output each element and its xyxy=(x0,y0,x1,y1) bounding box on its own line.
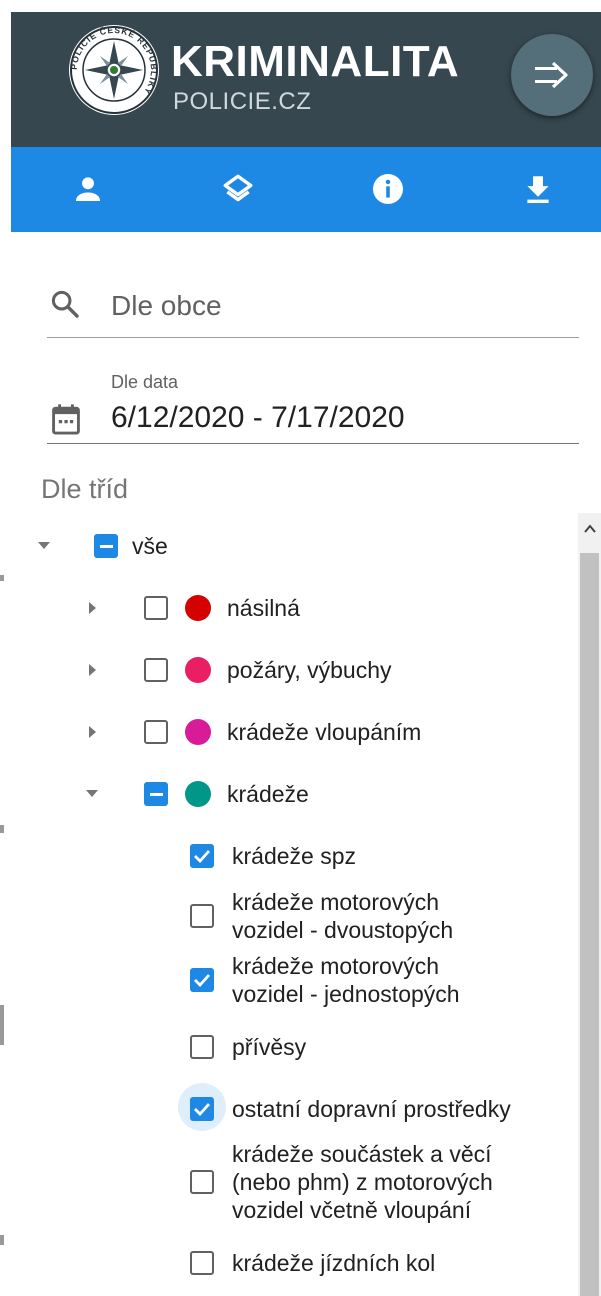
map-edge-mark xyxy=(0,1235,4,1245)
checkbox-subcategory[interactable] xyxy=(190,968,214,992)
checkbox-subcategory[interactable] xyxy=(190,1170,214,1194)
tree-node-category: krádeže vloupáním xyxy=(82,718,421,746)
checkbox-category[interactable] xyxy=(144,658,168,682)
expand-caret-icon[interactable] xyxy=(82,722,102,742)
map-edge xyxy=(0,0,11,1296)
checkbox-subcategory[interactable] xyxy=(190,1097,214,1121)
tree-label-subcategory-line: krádeže motorových xyxy=(232,953,440,979)
checkmark-icon xyxy=(194,850,211,863)
tree-label-category: požáry, výbuchy xyxy=(227,657,392,683)
tree-label-subcategory-line: (nebo phm) z motorových xyxy=(232,1169,493,1195)
collapse-caret-icon[interactable] xyxy=(82,784,102,804)
tree-label-subcategory-line: vozidel včetně vloupání xyxy=(232,1197,472,1223)
search-icon xyxy=(51,290,79,318)
search-input[interactable] xyxy=(109,285,573,327)
tree-label-subcategory: krádeže spz xyxy=(232,843,357,869)
tree-label-subcategory: ostatní dopravní prostředky xyxy=(232,1096,511,1122)
tree-label-subcategory-line: vozidel - dvoustopých xyxy=(232,917,454,943)
expand-caret-icon[interactable] xyxy=(82,660,102,680)
police-badge-logo: POLICIE ČESKÉ REPUBLIKY xyxy=(69,25,159,115)
checkbox-subcategory[interactable] xyxy=(190,1035,214,1059)
category-color-dot xyxy=(185,595,211,621)
map-edge-mark xyxy=(0,575,4,581)
tree-label-category: krádeže xyxy=(227,781,309,807)
checkmark-icon xyxy=(194,1103,211,1116)
tree-label-all: vše xyxy=(132,533,168,559)
tree-scrollbar[interactable] xyxy=(578,513,601,1296)
indeterminate-mark-icon xyxy=(149,792,163,796)
tree-node-category: požáry, výbuchy xyxy=(82,656,391,684)
checkmark-icon xyxy=(194,974,211,987)
collapse-panel-button[interactable] xyxy=(511,34,593,116)
download-tab-button[interactable] xyxy=(513,164,563,214)
map-edge-mark xyxy=(0,825,4,833)
date-range-value: 6/12/2020 - 7/17/2020 xyxy=(111,401,405,434)
map-edge-mark xyxy=(0,1005,4,1045)
tree-node-all: vše xyxy=(34,532,168,560)
tree-node-subcategory: přívěsy xyxy=(190,1033,306,1061)
layers-icon xyxy=(223,174,253,202)
date-label: Dle data xyxy=(111,372,179,392)
tree-node-category: násilná xyxy=(82,594,300,622)
checkbox-subcategory[interactable] xyxy=(190,904,214,928)
user-tab-button[interactable] xyxy=(63,164,113,214)
tree-node-subcategory: krádeže spz xyxy=(190,842,356,870)
checkbox-category[interactable] xyxy=(144,720,168,744)
tree-label-subcategory-line: vozidel - jednostopých xyxy=(232,981,460,1007)
category-color-dot xyxy=(185,781,211,807)
checkbox-all[interactable] xyxy=(94,534,118,558)
layers-tab-button[interactable] xyxy=(213,164,263,214)
person-icon xyxy=(75,177,101,202)
tree-label-subcategory: přívěsy xyxy=(232,1034,307,1060)
info-tab-button[interactable] xyxy=(363,164,413,214)
tree-label-category: krádeže vloupáním xyxy=(227,719,422,745)
tree-node-subcategory: krádeže jízdních kol xyxy=(190,1249,435,1277)
checkbox-subcategory[interactable] xyxy=(190,844,214,868)
checkbox-subcategory[interactable] xyxy=(190,1251,214,1275)
collapse-caret-icon[interactable] xyxy=(34,536,54,556)
tree-label-subcategory-line: krádeže motorových xyxy=(232,889,440,915)
tree-label-subcategory: krádeže jízdních kol xyxy=(232,1250,436,1276)
classes-section-title: Dle tříd xyxy=(41,474,129,504)
tree-label-category: násilná xyxy=(227,595,300,621)
brand-subtitle: POLICIE.CZ xyxy=(173,88,312,115)
tree-node-subcategory: krádeže motorových vozidel - dvoustopých xyxy=(190,888,453,944)
checkbox-category[interactable] xyxy=(144,782,168,806)
date-range-field[interactable]: 6/12/2020 - 7/17/2020 xyxy=(47,395,579,444)
category-color-dot xyxy=(185,657,211,683)
tree-node-subcategory: krádeže motorových vozidel - jednostopýc… xyxy=(190,952,460,1008)
tree-node-subcategory: krádeže součástek a věcí (nebo phm) z mo… xyxy=(190,1140,493,1224)
app-header: POLICIE ČESKÉ REPUBLIKY KRIMINALITA POLI… xyxy=(11,12,601,147)
calendar-icon xyxy=(52,404,80,435)
download-icon xyxy=(527,176,549,204)
collapse-right-arrow-icon xyxy=(535,61,568,89)
expand-caret-icon[interactable] xyxy=(82,598,102,618)
municipality-search xyxy=(47,280,579,338)
tree-node-subcategory: ostatní dopravní prostředky xyxy=(190,1095,511,1123)
scroll-up-arrow-icon[interactable] xyxy=(582,521,598,537)
brand-title: KRIMINALITA xyxy=(171,37,460,86)
category-color-dot xyxy=(185,719,211,745)
tree-node-category: krádeže xyxy=(82,780,309,808)
indeterminate-mark-icon xyxy=(99,544,113,548)
checkbox-category[interactable] xyxy=(144,596,168,620)
info-icon xyxy=(373,174,403,204)
tree-label-subcategory-line: krádeže součástek a věcí xyxy=(232,1141,492,1167)
toolbar xyxy=(11,147,601,232)
scrollbar-thumb[interactable] xyxy=(580,553,599,1296)
